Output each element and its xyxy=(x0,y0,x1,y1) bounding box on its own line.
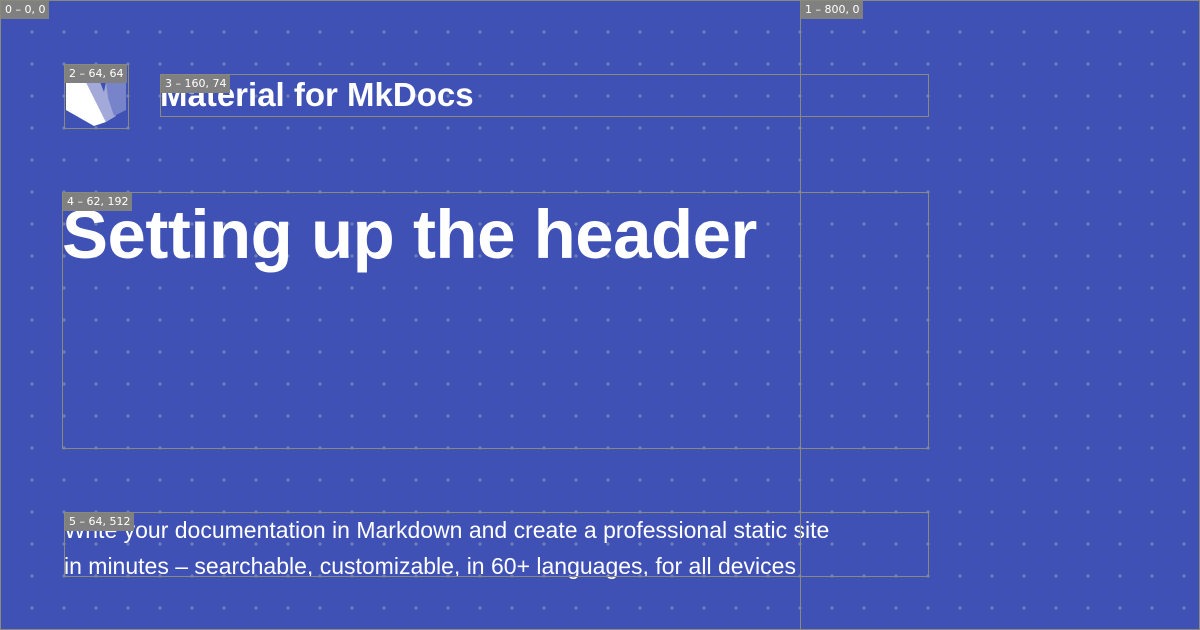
debug-label: 4 – 62, 192 xyxy=(63,193,133,211)
debug-box-logo: 2 – 64, 64 xyxy=(64,64,129,129)
debug-box-description: 5 – 64, 512 xyxy=(64,512,929,577)
debug-box-title: 4 – 62, 192 xyxy=(62,192,929,449)
debug-label: 3 – 160, 74 xyxy=(161,75,231,93)
debug-label: 5 – 64, 512 xyxy=(65,513,135,531)
debug-label: 1 – 800, 0 xyxy=(801,1,864,19)
debug-label: 0 – 0, 0 xyxy=(1,1,50,19)
debug-box-site-name: 3 – 160, 74 xyxy=(160,74,929,117)
debug-label: 2 – 64, 64 xyxy=(65,65,128,83)
